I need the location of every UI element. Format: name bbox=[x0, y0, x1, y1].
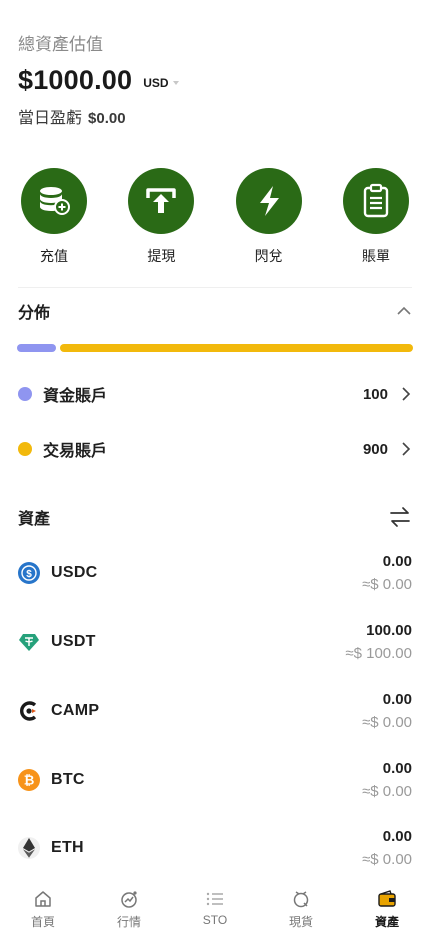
home-icon bbox=[32, 888, 54, 910]
withdraw-upload-icon bbox=[128, 168, 195, 234]
asset-symbol: ETH bbox=[51, 839, 84, 856]
asset-row-usdc[interactable]: $ USDC 0.00 ≈$ 0.00 bbox=[18, 549, 412, 597]
tab-label: STO bbox=[202, 913, 228, 927]
eth-icon bbox=[18, 837, 40, 859]
asset-fiat-value: ≈$ 0.00 bbox=[362, 714, 412, 731]
swap-arrows-icon[interactable] bbox=[388, 505, 412, 529]
account-row-funding[interactable]: 資金賬戶 100 bbox=[18, 379, 412, 409]
action-bar: 充值 提現 閃兌 賬單 bbox=[0, 168, 430, 266]
tab-sto[interactable]: STO bbox=[184, 880, 246, 932]
usdc-icon: $ bbox=[18, 562, 40, 584]
account-name: 資金賬戶 bbox=[43, 388, 108, 405]
asset-amount: 0.00 bbox=[382, 760, 412, 777]
assets-title: 資產 bbox=[18, 511, 51, 528]
tab-assets[interactable]: 資產 bbox=[356, 880, 418, 932]
withdraw-button[interactable]: 提現 bbox=[127, 168, 195, 266]
tab-label: 資產 bbox=[374, 915, 399, 929]
bill-label: 賬單 bbox=[361, 248, 390, 264]
caret-down-icon[interactable] bbox=[172, 80, 179, 85]
trading-dot bbox=[18, 442, 32, 456]
asset-summary: 總資產估值 $1000.00 USD 當日盈虧 $0.00 bbox=[18, 34, 412, 128]
asset-amount: 100.00 bbox=[366, 622, 412, 639]
account-name: 交易賬戶 bbox=[43, 443, 108, 460]
asset-amount: 0.00 bbox=[382, 553, 412, 570]
chevron-up-icon[interactable] bbox=[396, 306, 412, 316]
daily-pnl-label: 當日盈虧 bbox=[18, 110, 83, 127]
svg-text:₿: ₿ bbox=[24, 773, 35, 788]
distribution-segment-trading bbox=[60, 344, 413, 352]
total-value: $1000.00 bbox=[18, 65, 133, 95]
asset-fiat-value: ≈$ 100.00 bbox=[345, 645, 412, 662]
deposit-coins-icon bbox=[21, 168, 87, 234]
svg-text:$: $ bbox=[26, 569, 32, 580]
spot-icon bbox=[290, 888, 312, 910]
asset-row-eth[interactable]: ETH 0.00 ≈$ 0.00 bbox=[18, 824, 412, 872]
asset-fiat-value: ≈$ 0.00 bbox=[362, 783, 412, 800]
chevron-right-icon bbox=[402, 442, 411, 456]
bottom-tab-bar: 首頁 行情 STO 現貨 資產 bbox=[0, 880, 430, 932]
usdt-icon bbox=[18, 631, 40, 653]
asset-amount: 0.00 bbox=[382, 691, 412, 708]
funding-dot bbox=[18, 387, 32, 401]
bill-button[interactable]: 賬單 bbox=[342, 168, 410, 266]
lightning-icon bbox=[235, 168, 302, 234]
daily-pnl-value: $0.00 bbox=[88, 110, 126, 127]
assets-header: 資產 bbox=[18, 504, 412, 530]
swap-label: 閃兌 bbox=[254, 248, 283, 264]
tab-market[interactable]: 行情 bbox=[98, 880, 160, 932]
asset-fiat-value: ≈$ 0.00 bbox=[362, 851, 412, 868]
tab-label: 行情 bbox=[116, 915, 141, 929]
currency-selector[interactable]: USD bbox=[143, 76, 168, 90]
distribution-bar bbox=[17, 344, 413, 352]
asset-symbol: CAMP bbox=[51, 702, 100, 719]
distribution-header[interactable]: 分佈 bbox=[18, 300, 412, 322]
account-value: 900 bbox=[362, 440, 388, 458]
asset-symbol: BTC bbox=[51, 771, 85, 788]
tab-spot[interactable]: 現貨 bbox=[270, 880, 332, 932]
total-label: 總資產估值 bbox=[18, 35, 103, 54]
tab-home[interactable]: 首頁 bbox=[12, 880, 74, 932]
distribution-title: 分佈 bbox=[18, 305, 51, 322]
deposit-label: 充值 bbox=[40, 248, 68, 264]
withdraw-label: 提現 bbox=[147, 248, 176, 264]
tab-label: 首頁 bbox=[30, 915, 55, 929]
clipboard-bill-icon bbox=[342, 168, 409, 234]
swap-button[interactable]: 閃兌 bbox=[235, 168, 303, 266]
asset-symbol: USDC bbox=[51, 564, 98, 581]
distribution-segment-funding bbox=[17, 344, 57, 352]
btc-icon: ₿ bbox=[18, 769, 40, 791]
chevron-right-icon bbox=[402, 387, 411, 401]
deposit-button[interactable]: 充值 bbox=[20, 168, 88, 266]
account-row-trading[interactable]: 交易賬戶 900 bbox=[18, 434, 412, 464]
asset-symbol: USDT bbox=[51, 633, 96, 650]
asset-row-usdt[interactable]: USDT 100.00 ≈$ 100.00 bbox=[18, 618, 412, 666]
camp-icon bbox=[18, 700, 40, 722]
asset-row-btc[interactable]: ₿ BTC 0.00 ≈$ 0.00 bbox=[18, 756, 412, 804]
tab-label: 現貨 bbox=[288, 915, 313, 929]
asset-row-camp[interactable]: CAMP 0.00 ≈$ 0.00 bbox=[18, 687, 412, 735]
list-icon bbox=[204, 888, 226, 910]
asset-amount: 0.00 bbox=[382, 828, 412, 845]
section-divider bbox=[0, 476, 430, 484]
asset-fiat-value: ≈$ 0.00 bbox=[362, 576, 412, 593]
account-value: 100 bbox=[362, 385, 388, 403]
market-icon bbox=[118, 888, 140, 910]
divider bbox=[18, 287, 412, 288]
wallet-icon bbox=[376, 888, 398, 910]
